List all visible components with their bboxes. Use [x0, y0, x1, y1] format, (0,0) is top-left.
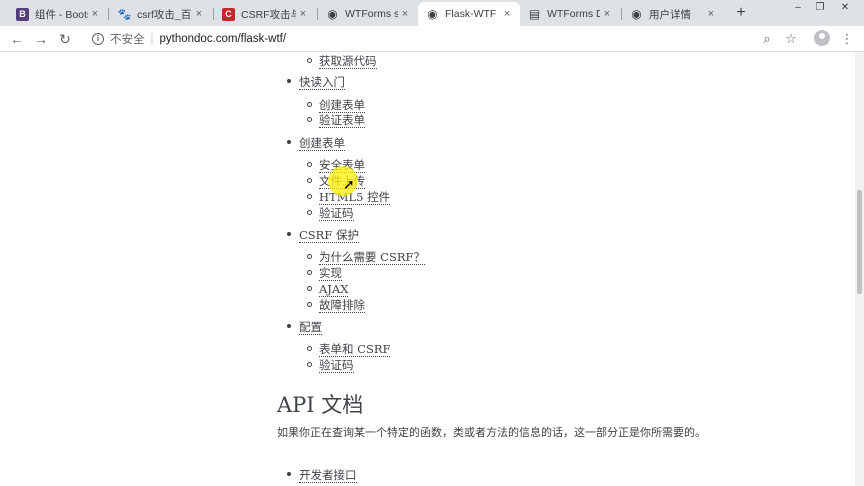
toc-subsection-item: 验证码 — [307, 356, 354, 374]
tab-wtforms-src[interactable]: ◉ WTForms src × — [318, 2, 418, 26]
toc-subsection-item: 验证表单 — [307, 111, 365, 129]
toc-link[interactable]: 获取源代码 — [319, 54, 377, 69]
url-text[interactable]: pythondoc.com/flask-wtf/ — [160, 33, 287, 45]
bullet-icon — [287, 140, 291, 144]
tab-title: WTForms D — [547, 8, 600, 20]
security-label: 不安全 — [110, 34, 145, 46]
toc-link[interactable]: 实现 — [319, 266, 342, 281]
api-list-item: 开发者接口 — [287, 466, 357, 484]
forward-arrow-icon[interactable]: → — [32, 30, 50, 48]
bookmark-star-icon[interactable]: ☆ — [782, 30, 800, 48]
api-link[interactable]: 开发者接口 — [299, 468, 357, 483]
close-tab-icon[interactable]: × — [600, 8, 614, 20]
toc-section-item: 配置 — [287, 318, 322, 336]
tab-title: Flask-WTF — [445, 8, 497, 20]
tab-title: 用户详情 — [649, 8, 691, 21]
close-tab-icon[interactable]: × — [296, 8, 310, 20]
close-tab-icon[interactable]: × — [500, 8, 514, 20]
mouse-pointer-icon: ➚ — [343, 176, 355, 192]
toc-link[interactable]: CSRF 保护 — [299, 228, 359, 243]
csdn-favicon-icon: C — [222, 7, 235, 21]
back-arrow-icon[interactable]: ← — [8, 30, 26, 48]
bullet-icon — [307, 102, 312, 107]
globe-icon: ◉ — [327, 7, 338, 21]
tab-title: CSRF攻击与防 — [241, 8, 296, 21]
bullet-icon — [307, 117, 312, 122]
minimize-button[interactable]: – — [788, 0, 808, 14]
api-heading: API 文档 — [277, 393, 364, 417]
bullet-icon — [307, 302, 312, 307]
document-icon: ▤ — [528, 7, 541, 21]
bullet-icon — [307, 270, 312, 275]
info-icon[interactable]: i — [92, 33, 104, 45]
toc-link[interactable]: 验证码 — [319, 206, 354, 221]
zoom-icon[interactable]: ⌕ — [758, 30, 776, 48]
tab-csrf-attack[interactable]: C CSRF攻击与防 × — [214, 2, 316, 26]
toc-link[interactable]: 表单和 CSRF — [319, 342, 391, 357]
close-tab-icon[interactable]: × — [192, 8, 206, 20]
page-content: 获取源代码快读入门创建表单验证表单创建表单安全表单文件上传HTML5 控件验证码… — [0, 52, 855, 486]
baidu-paw-icon: 🐾 — [117, 8, 132, 21]
tab-csrf-baidu[interactable]: 🐾 csrf攻击_百度 × — [110, 2, 212, 26]
toc-section-item: CSRF 保护 — [287, 226, 359, 244]
tab-flask-wtf[interactable]: ◉ Flask-WTF × — [418, 2, 520, 26]
toc-section-item: 快读入门 — [287, 73, 345, 91]
bullet-icon — [307, 210, 312, 215]
omnibox-divider: | — [150, 33, 154, 45]
menu-dots-icon[interactable]: ⋮ — [838, 30, 856, 48]
tab-title: 组件 - Bootstr — [35, 8, 88, 21]
bullet-icon — [307, 286, 312, 291]
bullet-icon — [307, 194, 312, 199]
toc-link[interactable]: 配置 — [299, 320, 322, 335]
api-paragraph: 如果你正在查询某一个特定的函数，类或者方法的信息的话，这一部分正是你所需要的。 — [277, 426, 706, 439]
toc-section-item: 创建表单 — [287, 134, 345, 152]
globe-icon: ◉ — [427, 7, 438, 21]
tab-bootstrap[interactable]: B 组件 - Bootstr × — [8, 2, 108, 26]
close-tab-icon[interactable]: × — [704, 8, 718, 20]
bullet-icon — [307, 178, 312, 183]
bullet-icon — [307, 346, 312, 351]
tab-wtforms-docs[interactable]: ▤ WTForms D × — [520, 2, 620, 26]
toc-subsection-item: 获取源代码 — [307, 52, 377, 70]
tab-title: csrf攻击_百度 — [137, 8, 192, 21]
scrollbar-thumb[interactable] — [857, 190, 862, 294]
reload-icon[interactable]: ↻ — [56, 30, 74, 48]
bullet-icon — [307, 254, 312, 259]
toc-link[interactable]: 故障排除 — [319, 298, 365, 313]
toc-link[interactable]: 为什么需要 CSRF？ — [319, 250, 425, 265]
bullet-icon — [287, 232, 291, 236]
toc-subsection-item: 故障排除 — [307, 296, 365, 314]
bullet-icon — [287, 472, 291, 476]
globe-icon: ◉ — [631, 7, 642, 21]
bullet-icon — [287, 324, 291, 328]
toc-link[interactable]: 快读入门 — [299, 75, 345, 90]
bootstrap-favicon-icon: B — [16, 7, 29, 21]
tab-user-detail[interactable]: ◉ 用户详情 × — [622, 2, 724, 26]
close-window-button[interactable]: ✕ — [834, 0, 856, 14]
toc-link[interactable]: 验证码 — [319, 358, 354, 373]
bullet-icon — [287, 79, 291, 83]
new-tab-button[interactable]: + — [732, 4, 750, 22]
toc-link[interactable]: AJAX — [319, 282, 349, 297]
close-tab-icon[interactable]: × — [88, 8, 102, 20]
toc-link[interactable]: 验证表单 — [319, 113, 365, 128]
close-tab-icon[interactable]: × — [398, 8, 412, 20]
toc-link[interactable]: 创建表单 — [299, 136, 345, 151]
browser-toolbar: ← → ↻ i 不安全 | pythondoc.com/flask-wtf/ ⌕… — [0, 26, 864, 52]
restore-button[interactable]: ❐ — [810, 0, 830, 14]
tab-strip: B 组件 - Bootstr × 🐾 csrf攻击_百度 × C CSRF攻击与… — [0, 0, 864, 26]
profile-avatar[interactable] — [814, 30, 830, 46]
tab-title: WTForms src — [345, 8, 398, 20]
bullet-icon — [307, 58, 312, 63]
bullet-icon — [307, 162, 312, 167]
toc-subsection-item: 验证码 — [307, 204, 354, 222]
address-bar[interactable]: i 不安全 | pythondoc.com/flask-wtf/ — [84, 29, 812, 49]
bullet-icon — [307, 362, 312, 367]
